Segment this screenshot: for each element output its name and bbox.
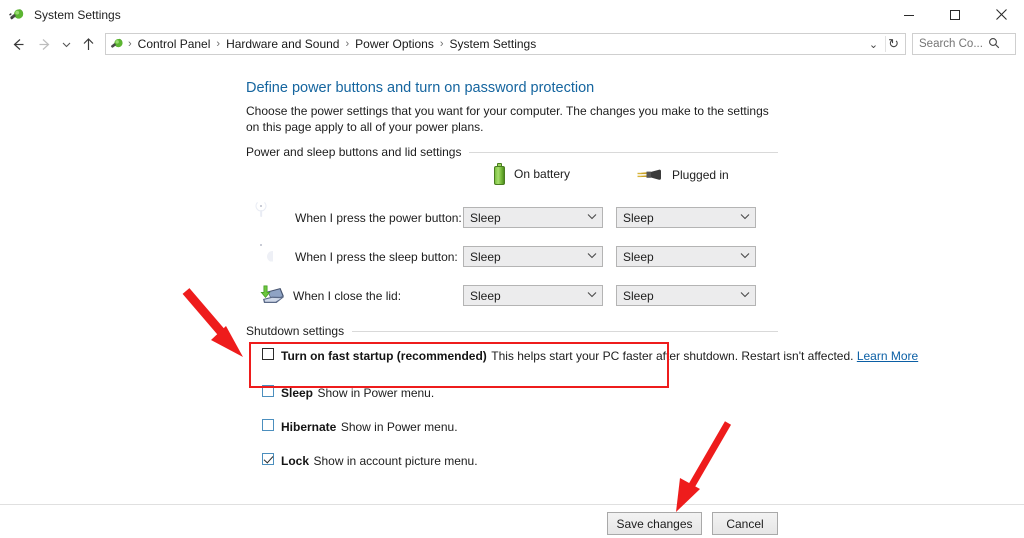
- breadcrumb-chevron-down-icon[interactable]: ⌄: [862, 38, 885, 51]
- hibernate-description: Show in Power menu.: [340, 420, 458, 434]
- fast-startup-description-text: This helps start your PC faster after sh…: [491, 349, 854, 363]
- section-rule: [469, 151, 778, 153]
- column-header-on-battery-label: On battery: [514, 167, 571, 181]
- fast-startup-checkbox[interactable]: [262, 348, 274, 360]
- sleep-label: Sleep: [281, 386, 314, 400]
- hibernate-text: Hibernate Show in Power menu.: [281, 418, 458, 436]
- setting-row-close-lid-label: When I close the lid:: [293, 289, 402, 303]
- breadcrumb-power-plug-icon: [109, 36, 125, 52]
- dropdown-close-lid-on-battery[interactable]: Sleep: [463, 285, 603, 306]
- section-header-power-and-lid: Power and sleep buttons and lid settings: [246, 145, 778, 159]
- setting-row-sleep-button-label: When I press the sleep button:: [295, 250, 458, 264]
- sleep-description: Show in Power menu.: [317, 386, 435, 400]
- column-header-on-battery: On battery: [494, 163, 570, 185]
- breadcrumb-item-hardware-and-sound[interactable]: Hardware and Sound: [223, 37, 342, 51]
- dropdown-power-button-on-battery-value: Sleep: [470, 210, 501, 225]
- dropdown-close-lid-plugged-in-value: Sleep: [623, 288, 654, 303]
- page-title: Define power buttons and turn on passwor…: [246, 80, 595, 96]
- search-box[interactable]: [912, 33, 1016, 55]
- dropdown-close-lid-plugged-in[interactable]: Sleep: [616, 285, 756, 306]
- refresh-icon[interactable]: ↻: [885, 36, 905, 52]
- fast-startup-description: This helps start your PC faster after sh…: [491, 349, 918, 363]
- fast-startup-text: Turn on fast startup (recommended) This …: [281, 347, 918, 365]
- dropdown-sleep-button-on-battery-value: Sleep: [470, 249, 501, 264]
- address-bar: › Control Panel › Hardware and Sound › P…: [0, 29, 1024, 59]
- section-header-shutdown-label: Shutdown settings: [246, 324, 345, 338]
- checkbox-row-sleep[interactable]: Sleep Show in Power menu.: [262, 384, 434, 402]
- lock-checkbox[interactable]: [262, 453, 274, 465]
- dropdown-power-button-on-battery[interactable]: Sleep: [463, 207, 603, 228]
- title-bar: System Settings: [0, 0, 1024, 29]
- chevron-down-icon: [740, 213, 750, 222]
- lock-label: Lock: [281, 454, 310, 468]
- breadcrumb-item-power-options[interactable]: Power Options: [352, 37, 437, 51]
- breadcrumb-separator: ›: [128, 38, 132, 50]
- dropdown-sleep-button-on-battery[interactable]: Sleep: [463, 246, 603, 267]
- page-description: Choose the power settings that you want …: [246, 104, 769, 134]
- chevron-down-icon: [587, 291, 597, 300]
- breadcrumb-separator: ›: [439, 38, 444, 50]
- laptop-lid-icon: [259, 284, 284, 309]
- footer-divider: [0, 504, 1024, 505]
- breadcrumb-separator: ›: [345, 38, 350, 50]
- breadcrumb[interactable]: › Control Panel › Hardware and Sound › P…: [105, 33, 906, 55]
- search-input[interactable]: [913, 38, 987, 50]
- learn-more-link[interactable]: Learn More: [857, 349, 918, 363]
- power-button-icon: [261, 206, 286, 231]
- window-title: System Settings: [34, 7, 121, 22]
- fast-startup-label: Turn on fast startup (recommended): [281, 349, 487, 363]
- dropdown-close-lid-on-battery-value: Sleep: [470, 288, 501, 303]
- checkbox-row-lock[interactable]: Lock Show in account picture menu.: [262, 452, 478, 470]
- checkbox-row-fast-startup[interactable]: Turn on fast startup (recommended) This …: [262, 347, 918, 365]
- close-icon[interactable]: [978, 0, 1024, 29]
- dropdown-sleep-button-plugged-in-value: Sleep: [623, 249, 654, 264]
- content-pane: Define power buttons and turn on passwor…: [0, 59, 1024, 499]
- search-icon: [988, 37, 1000, 52]
- dropdown-power-button-plugged-in[interactable]: Sleep: [616, 207, 756, 228]
- save-changes-button[interactable]: Save changes: [607, 512, 702, 535]
- sleep-button-icon: [261, 245, 286, 270]
- column-header-plugged-in-label: Plugged in: [672, 168, 729, 182]
- minimize-icon[interactable]: [886, 0, 932, 29]
- breadcrumb-separator: ›: [216, 38, 221, 50]
- forward-arrow-icon[interactable]: [31, 31, 57, 57]
- hibernate-checkbox[interactable]: [262, 419, 274, 431]
- section-header-shutdown: Shutdown settings: [246, 324, 778, 338]
- up-arrow-icon[interactable]: [75, 31, 101, 57]
- setting-row-sleep-button: When I press the sleep button:: [261, 244, 458, 270]
- lock-text: Lock Show in account picture menu.: [281, 452, 478, 470]
- breadcrumb-item-system-settings[interactable]: System Settings: [447, 37, 540, 51]
- battery-icon: [494, 163, 505, 185]
- lock-description: Show in account picture menu.: [313, 454, 478, 468]
- breadcrumb-item-control-panel[interactable]: Control Panel: [135, 37, 214, 51]
- section-rule: [352, 330, 778, 332]
- history-chevron-down-icon[interactable]: [57, 31, 75, 57]
- cancel-button[interactable]: Cancel: [712, 512, 778, 535]
- setting-row-power-button: When I press the power button:: [261, 205, 462, 231]
- maximize-icon[interactable]: [932, 0, 978, 29]
- column-header-plugged-in: Plugged in: [637, 167, 729, 183]
- checkbox-row-hibernate[interactable]: Hibernate Show in Power menu.: [262, 418, 458, 436]
- section-header-power-and-lid-label: Power and sleep buttons and lid settings: [246, 145, 462, 159]
- chevron-down-icon: [740, 252, 750, 261]
- system-settings-window: System Settings › Control Panel › Hardwa…: [0, 0, 1024, 538]
- chevron-down-icon: [740, 291, 750, 300]
- back-arrow-icon[interactable]: [5, 31, 31, 57]
- hibernate-label: Hibernate: [281, 420, 337, 434]
- power-plug-icon: [8, 6, 26, 24]
- dropdown-power-button-plugged-in-value: Sleep: [623, 210, 654, 225]
- setting-row-close-lid: When I close the lid:: [259, 283, 401, 309]
- setting-row-power-button-label: When I press the power button:: [295, 211, 462, 225]
- chevron-down-icon: [587, 252, 597, 261]
- chevron-down-icon: [587, 213, 597, 222]
- power-plug-icon: [637, 167, 663, 183]
- dropdown-sleep-button-plugged-in[interactable]: Sleep: [616, 246, 756, 267]
- sleep-checkbox[interactable]: [262, 385, 274, 397]
- window-controls: [886, 0, 1024, 29]
- sleep-text: Sleep Show in Power menu.: [281, 384, 434, 402]
